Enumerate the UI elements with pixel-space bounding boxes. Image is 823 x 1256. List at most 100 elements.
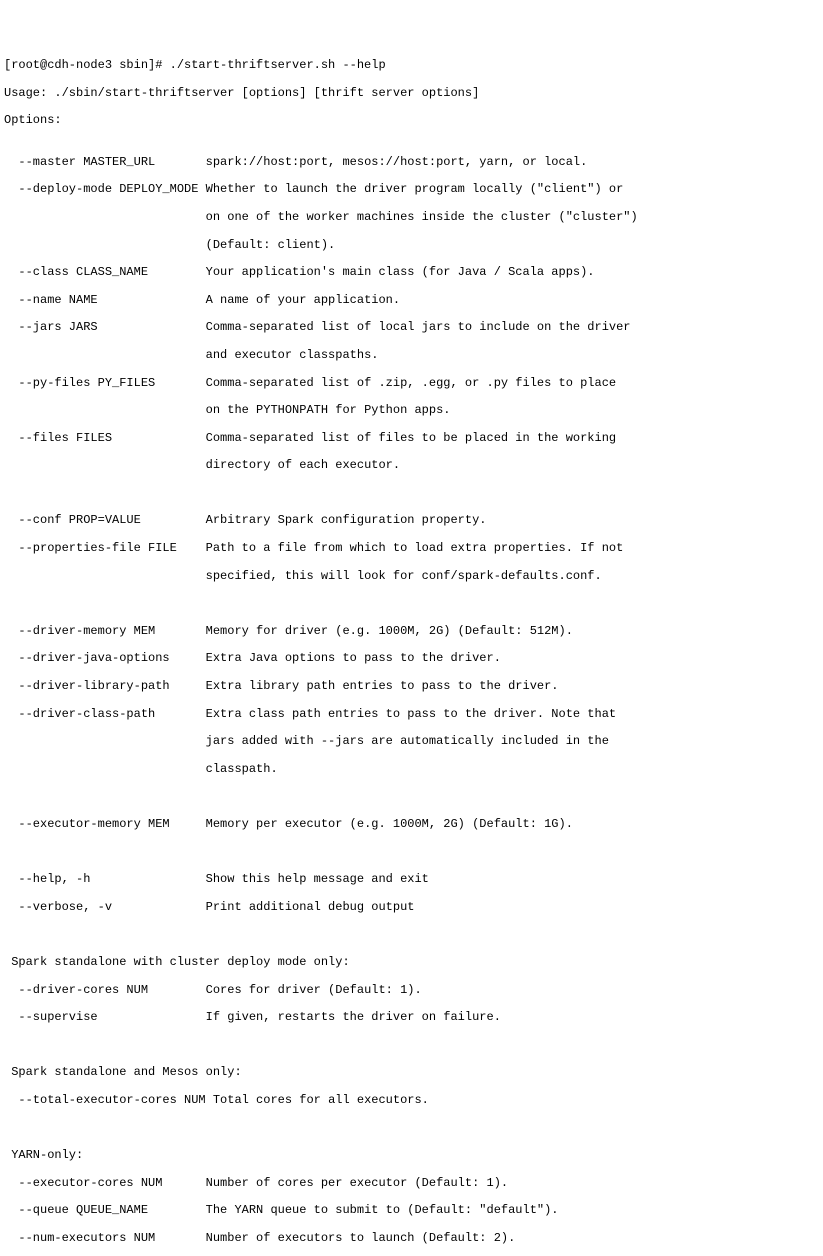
usage-line: Usage: ./sbin/start-thriftserver [option… xyxy=(4,87,823,101)
option-deploy-mode-cont: on one of the worker machines inside the… xyxy=(4,211,823,225)
blank xyxy=(4,790,823,804)
desc: Extra class path entries to pass to the … xyxy=(206,707,616,721)
flag: --name NAME xyxy=(4,293,206,307)
flag: --class CLASS_NAME xyxy=(4,265,206,279)
flag: --py-files PY_FILES xyxy=(4,376,206,390)
desc: jars added with --jars are automatically… xyxy=(206,734,609,748)
option-executor-cores: --executor-cores NUM Number of cores per… xyxy=(4,1177,823,1191)
spacer xyxy=(4,762,206,776)
spacer xyxy=(4,569,206,583)
flag: --driver-java-options xyxy=(4,651,206,665)
option-num-executors: --num-executors NUM Number of executors … xyxy=(4,1232,823,1246)
flag: --verbose, -v xyxy=(4,900,206,914)
option-supervise: --supervise If given, restarts the drive… xyxy=(4,1011,823,1025)
flag: --jars JARS xyxy=(4,320,206,334)
option-files-cont: directory of each executor. xyxy=(4,459,823,473)
desc: Extra Java options to pass to the driver… xyxy=(206,651,501,665)
flag: --help, -h xyxy=(4,872,206,886)
terminal-prompt: [root@cdh-node3 sbin]# ./start-thriftser… xyxy=(4,59,823,73)
standalone-mesos-header: Spark standalone and Mesos only: xyxy=(4,1066,823,1080)
option-class: --class CLASS_NAME Your application's ma… xyxy=(4,266,823,280)
standalone-cluster-header: Spark standalone with cluster deploy mod… xyxy=(4,956,823,970)
options-header: Options: xyxy=(4,114,823,128)
desc: Comma-separated list of local jars to in… xyxy=(206,320,631,334)
spacer xyxy=(4,403,206,417)
spacer xyxy=(4,210,206,224)
flag: --master MASTER_URL xyxy=(4,155,206,169)
option-verbose: --verbose, -v Print additional debug out… xyxy=(4,901,823,915)
option-name: --name NAME A name of your application. xyxy=(4,294,823,308)
flag: --driver-memory MEM xyxy=(4,624,206,638)
option-conf: --conf PROP=VALUE Arbitrary Spark config… xyxy=(4,514,823,528)
flag: --properties-file FILE xyxy=(4,541,206,555)
option-jars: --jars JARS Comma-separated list of loca… xyxy=(4,321,823,335)
desc: on the PYTHONPATH for Python apps. xyxy=(206,403,451,417)
desc: Memory for driver (e.g. 1000M, 2G) (Defa… xyxy=(206,624,573,638)
flag: --queue QUEUE_NAME xyxy=(4,1203,206,1217)
blank xyxy=(4,487,823,501)
option-py-files: --py-files PY_FILES Comma-separated list… xyxy=(4,377,823,391)
flag: --supervise xyxy=(4,1010,206,1024)
flag: --files FILES xyxy=(4,431,206,445)
spacer xyxy=(4,458,206,472)
desc: Arbitrary Spark configuration property. xyxy=(206,513,487,527)
blank xyxy=(4,1039,823,1053)
desc: Print additional debug output xyxy=(206,900,415,914)
option-driver-class-path-cont: classpath. xyxy=(4,763,823,777)
desc: Total cores for all executors. xyxy=(213,1093,429,1107)
option-properties-file: --properties-file FILE Path to a file fr… xyxy=(4,542,823,556)
desc: Show this help message and exit xyxy=(206,872,429,886)
desc: Memory per executor (e.g. 1000M, 2G) (De… xyxy=(206,817,573,831)
desc: If given, restarts the driver on failure… xyxy=(206,1010,501,1024)
option-files: --files FILES Comma-separated list of fi… xyxy=(4,432,823,446)
blank xyxy=(4,1122,823,1136)
option-py-files-cont: on the PYTHONPATH for Python apps. xyxy=(4,404,823,418)
option-driver-class-path: --driver-class-path Extra class path ent… xyxy=(4,708,823,722)
option-total-executor-cores: --total-executor-cores NUM Total cores f… xyxy=(4,1094,823,1108)
option-help: --help, -h Show this help message and ex… xyxy=(4,873,823,887)
option-driver-cores: --driver-cores NUM Cores for driver (Def… xyxy=(4,984,823,998)
flag: --executor-memory MEM xyxy=(4,817,206,831)
flag: --driver-library-path xyxy=(4,679,206,693)
desc: classpath. xyxy=(206,762,278,776)
desc: Comma-separated list of files to be plac… xyxy=(206,431,616,445)
flag: --total-executor-cores NUM xyxy=(4,1093,213,1107)
flag: --deploy-mode DEPLOY_MODE xyxy=(4,182,206,196)
flag: --driver-cores NUM xyxy=(4,983,206,997)
desc: Extra library path entries to pass to th… xyxy=(206,679,559,693)
desc: Number of executors to launch (Default: … xyxy=(206,1231,516,1245)
desc: Number of cores per executor (Default: 1… xyxy=(206,1176,508,1190)
desc: on one of the worker machines inside the… xyxy=(206,210,638,224)
desc: Path to a file from which to load extra … xyxy=(206,541,624,555)
option-master: --master MASTER_URL spark://host:port, m… xyxy=(4,156,823,170)
flag: --driver-class-path xyxy=(4,707,206,721)
spacer xyxy=(4,348,206,362)
flag: --conf PROP=VALUE xyxy=(4,513,206,527)
desc: Whether to launch the driver program loc… xyxy=(206,182,624,196)
blank xyxy=(4,597,823,611)
blank xyxy=(4,846,823,860)
desc: (Default: client). xyxy=(206,238,336,252)
option-driver-library-path: --driver-library-path Extra library path… xyxy=(4,680,823,694)
desc: Your application's main class (for Java … xyxy=(206,265,595,279)
desc: A name of your application. xyxy=(206,293,400,307)
yarn-header: YARN-only: xyxy=(4,1149,823,1163)
option-driver-java-options: --driver-java-options Extra Java options… xyxy=(4,652,823,666)
desc: Comma-separated list of .zip, .egg, or .… xyxy=(206,376,616,390)
option-queue: --queue QUEUE_NAME The YARN queue to sub… xyxy=(4,1204,823,1218)
blank xyxy=(4,928,823,942)
option-properties-file-cont: specified, this will look for conf/spark… xyxy=(4,570,823,584)
flag: --executor-cores NUM xyxy=(4,1176,206,1190)
option-deploy-mode-cont: (Default: client). xyxy=(4,239,823,253)
option-driver-class-path-cont: jars added with --jars are automatically… xyxy=(4,735,823,749)
option-jars-cont: and executor classpaths. xyxy=(4,349,823,363)
desc: directory of each executor. xyxy=(206,458,400,472)
spacer xyxy=(4,238,206,252)
desc: The YARN queue to submit to (Default: "d… xyxy=(206,1203,559,1217)
option-executor-memory: --executor-memory MEM Memory per executo… xyxy=(4,818,823,832)
flag: --num-executors NUM xyxy=(4,1231,206,1245)
desc: spark://host:port, mesos://host:port, ya… xyxy=(206,155,588,169)
desc: specified, this will look for conf/spark… xyxy=(206,569,602,583)
desc: Cores for driver (Default: 1). xyxy=(206,983,422,997)
option-deploy-mode: --deploy-mode DEPLOY_MODE Whether to lau… xyxy=(4,183,823,197)
